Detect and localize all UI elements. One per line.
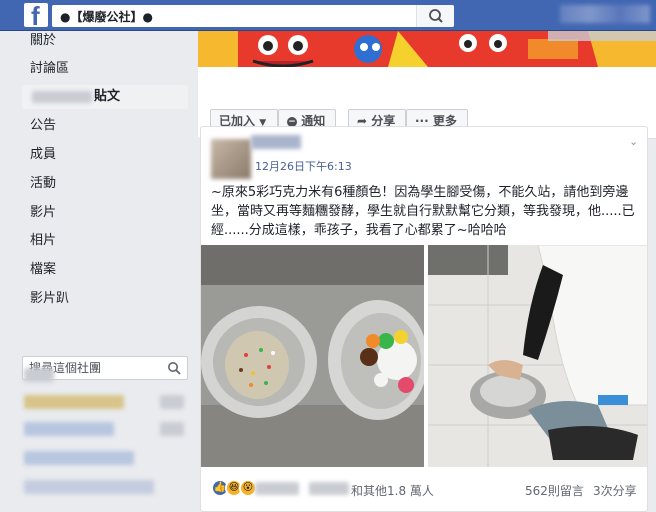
blurred-shortcut[interactable] — [24, 368, 54, 382]
sidebar-item-events[interactable]: 活動 — [22, 172, 188, 196]
facebook-logo[interactable]: f — [24, 1, 48, 31]
search-input[interactable]: ●【爆廢公社】● — [60, 8, 153, 25]
blurred-shortcut-count — [160, 422, 184, 436]
post-timestamp[interactable]: 12月26日下午6:13 — [255, 158, 352, 174]
photo-bowls-illustration — [201, 245, 424, 467]
post-card: 12月26日下午6:13 ⌄ ~原來5彩巧克力米有6種顏色！因為學生腳受傷，不能… — [200, 126, 648, 512]
author-name-blurred[interactable] — [251, 135, 301, 149]
reaction-summary[interactable]: 和其他1.8 萬人 — [351, 482, 434, 499]
blurred-shortcut[interactable] — [24, 395, 124, 409]
post-text: ~原來5彩巧克力米有6種顏色！因為學生腳受傷，不能久站，請他到旁邊坐，當時又再等… — [211, 185, 635, 238]
top-navigation-bar: f ●【爆廢公社】● — [0, 0, 656, 31]
sidebar-item-discussion[interactable]: 討論區 — [22, 57, 188, 81]
blurred-reactor-name[interactable] — [309, 482, 349, 495]
avatar[interactable] — [211, 139, 251, 179]
blurred-shortcut[interactable] — [24, 451, 134, 465]
search-icon[interactable] — [167, 361, 181, 375]
sidebar-item-announcements[interactable]: 公告 — [22, 114, 188, 138]
sidebar-item-photos[interactable]: 相片 — [22, 229, 188, 253]
search-button[interactable] — [416, 5, 454, 27]
sidebar-item-files[interactable]: 檔案 — [22, 258, 188, 282]
sidebar-item-label: 貼文 — [94, 89, 121, 104]
group-cover-photo[interactable] — [198, 31, 656, 67]
post-photo-student[interactable] — [428, 245, 647, 467]
notification-icon: − — [287, 116, 297, 127]
search-bar[interactable]: ●【爆廢公社】● — [52, 5, 454, 27]
sidebar-item-videos[interactable]: 影片 — [22, 201, 188, 225]
photo-student-illustration — [428, 245, 647, 467]
blurred-group-name — [32, 91, 92, 103]
search-icon — [429, 9, 443, 23]
logo-letter: f — [31, 1, 40, 31]
group-sidebar: 關於 討論區 貼文 公告 成員 活動 影片 相片 檔案 影片趴 — [0, 31, 196, 512]
main-content: 已加入 ▼ − 通知 ➦ 分享 ··· 更多 12月26日下午6:13 ⌄ ~原… — [198, 31, 656, 512]
cover-illustration — [198, 31, 656, 67]
profile-area[interactable] — [560, 5, 650, 23]
blurred-reactor-name[interactable] — [255, 482, 299, 495]
sidebar-item-posts[interactable]: 貼文 — [22, 85, 188, 109]
comment-count[interactable]: 562則留言 — [525, 482, 584, 499]
sidebar-item-about[interactable]: 關於 — [22, 29, 188, 53]
chevron-down-icon[interactable]: ⌄ — [629, 135, 638, 148]
blurred-shortcut-count — [160, 395, 184, 409]
blurred-shortcut[interactable] — [24, 480, 154, 494]
sidebar-item-video-party[interactable]: 影片趴 — [22, 287, 188, 311]
blurred-shortcut[interactable] — [24, 422, 114, 436]
post-photo-bowls[interactable] — [201, 245, 424, 467]
sidebar-item-members[interactable]: 成員 — [22, 143, 188, 167]
share-count[interactable]: 3次分享 — [593, 482, 637, 499]
